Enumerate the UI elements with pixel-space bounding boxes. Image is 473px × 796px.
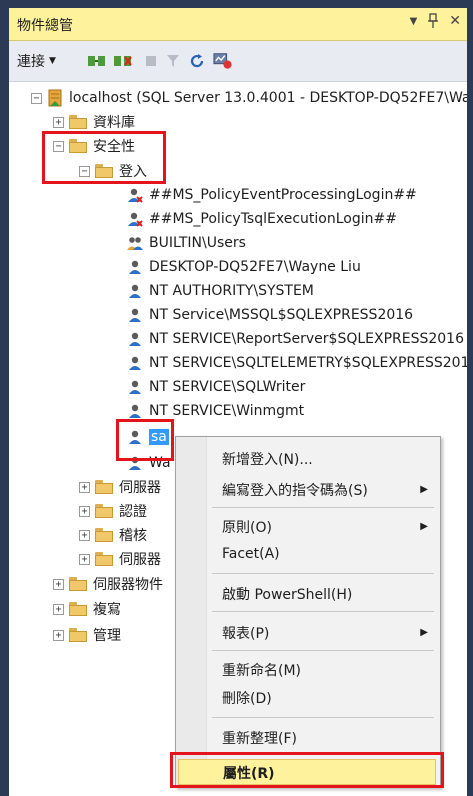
menu-item-reports[interactable]: 報表(P) (222, 623, 269, 643)
activity-monitor-icon[interactable] (213, 52, 233, 70)
menu-item-facets[interactable]: Facet(A) (222, 546, 280, 562)
tree-node-server-objects[interactable]: + 伺服器物件 (53, 572, 163, 596)
disconnect-icon[interactable] (113, 52, 133, 70)
tree-node-credentials[interactable]: + 認證 (79, 499, 147, 523)
menu-item-policies[interactable]: 原則(O) (222, 517, 272, 537)
login-item[interactable]: NT Service\MSSQL$SQLEXPRESS2016 (127, 303, 413, 327)
close-icon[interactable]: ✕ (449, 13, 461, 33)
stop-icon[interactable] (141, 52, 161, 70)
user-icon (129, 380, 141, 394)
submenu-arrow-icon: ▶ (420, 521, 428, 532)
menu-item-refresh[interactable]: 重新整理(F) (222, 728, 297, 748)
user-icon (129, 308, 141, 322)
user-icon (129, 404, 141, 418)
window-frame-top (0, 0, 473, 8)
login-item[interactable]: NT SERVICE\SQLTELEMETRY$SQLEXPRESS2016 (127, 351, 467, 375)
filter-icon[interactable] (163, 52, 183, 70)
expand-icon[interactable]: + (53, 578, 64, 590)
connect-button[interactable]: 連接 ▼ (17, 51, 56, 71)
tree-node-audits[interactable]: + 稽核 (79, 523, 147, 547)
pin-icon[interactable] (427, 13, 439, 33)
login-item[interactable]: ##MS_PolicyTsqlExecutionLogin## (127, 207, 397, 231)
panel-title-bar[interactable]: 物件總管 ▼ ✕ (9, 8, 467, 41)
login-item[interactable]: NT SERVICE\SQLWriter (127, 375, 305, 399)
user-icon (129, 332, 141, 346)
user-icon (129, 260, 141, 274)
menu-gutter (176, 437, 207, 787)
login-item[interactable]: NT SERVICE\ReportServer$SQLEXPRESS2016 (127, 327, 464, 351)
expand-icon[interactable]: + (53, 603, 64, 615)
expand-icon[interactable]: + (79, 481, 90, 493)
expand-icon[interactable]: + (53, 116, 64, 128)
menu-item-rename[interactable]: 重新命名(M) (222, 660, 301, 680)
expand-icon[interactable]: + (79, 553, 90, 565)
menu-separator (212, 717, 434, 718)
server-label: localhost (SQL Server 13.0.4001 - DESKTO… (69, 90, 467, 106)
tree-node-management[interactable]: + 管理 (53, 623, 121, 647)
menu-item-delete[interactable]: 刪除(D) (222, 688, 272, 708)
collapse-icon[interactable]: − (31, 92, 42, 104)
dropdown-icon[interactable]: ▼ (410, 13, 418, 33)
login-item[interactable]: DESKTOP-DQ52FE7\Wayne Liu (127, 255, 361, 279)
tree-node-server-audit-specs[interactable]: + 伺服器 (79, 547, 161, 571)
login-item[interactable]: NT AUTHORITY\SYSTEM (127, 279, 314, 303)
window-frame-right (467, 0, 473, 796)
menu-separator (212, 611, 434, 612)
folder-icon (95, 528, 113, 542)
folder-icon (69, 602, 87, 616)
folder-icon (69, 577, 87, 591)
submenu-arrow-icon: ▶ (420, 484, 428, 495)
window-frame-left (0, 0, 9, 796)
login-item[interactable]: ##MS_PolicyEventProcessingLogin## (127, 183, 417, 207)
tree-node-server-roles[interactable]: + 伺服器 (79, 475, 161, 499)
group-icon (127, 237, 143, 250)
menu-item-start-powershell[interactable]: 啟動 PowerShell(H) (222, 584, 352, 604)
folder-icon (95, 480, 113, 494)
connect-label: 連接 (17, 54, 45, 70)
refresh-icon[interactable] (187, 52, 207, 70)
databases-label: 資料庫 (93, 115, 135, 131)
context-menu: 新增登入(N)... 編寫登入的指令碼為(S) ▶ 原則(O) ▶ Facet(… (175, 436, 441, 788)
highlight-properties (170, 752, 444, 788)
chevron-down-icon: ▼ (49, 56, 56, 66)
server-icon (47, 89, 63, 107)
menu-item-script-login-as[interactable]: 編寫登入的指令碼為(S) (222, 480, 368, 500)
menu-item-new-login[interactable]: 新增登入(N)... (222, 449, 313, 469)
menu-separator (212, 650, 434, 651)
folder-icon (69, 115, 87, 129)
expand-icon[interactable]: + (79, 529, 90, 541)
user-icon (129, 356, 141, 370)
toolbar: 連接 ▼ (9, 41, 467, 82)
submenu-arrow-icon: ▶ (420, 627, 428, 638)
expand-icon[interactable]: + (79, 505, 90, 517)
expand-icon[interactable]: + (53, 629, 64, 641)
highlight-security-logins (42, 131, 166, 184)
tree-node-server[interactable]: − localhost (SQL Server 13.0.4001 - DESK… (31, 86, 467, 110)
connect-object-explorer-icon[interactable] (87, 52, 107, 70)
user-icon (129, 284, 141, 298)
tree-node-replication[interactable]: + 複寫 (53, 597, 121, 621)
menu-separator (212, 507, 434, 508)
menu-separator (212, 573, 434, 574)
user-disabled-icon (128, 212, 143, 227)
folder-icon (95, 504, 113, 518)
user-disabled-icon (128, 188, 143, 203)
login-item[interactable]: BUILTIN\Users (127, 231, 246, 255)
highlight-sa-login (116, 419, 174, 461)
folder-icon (95, 552, 113, 566)
folder-icon (69, 628, 87, 642)
panel-title: 物件總管 (17, 18, 73, 34)
